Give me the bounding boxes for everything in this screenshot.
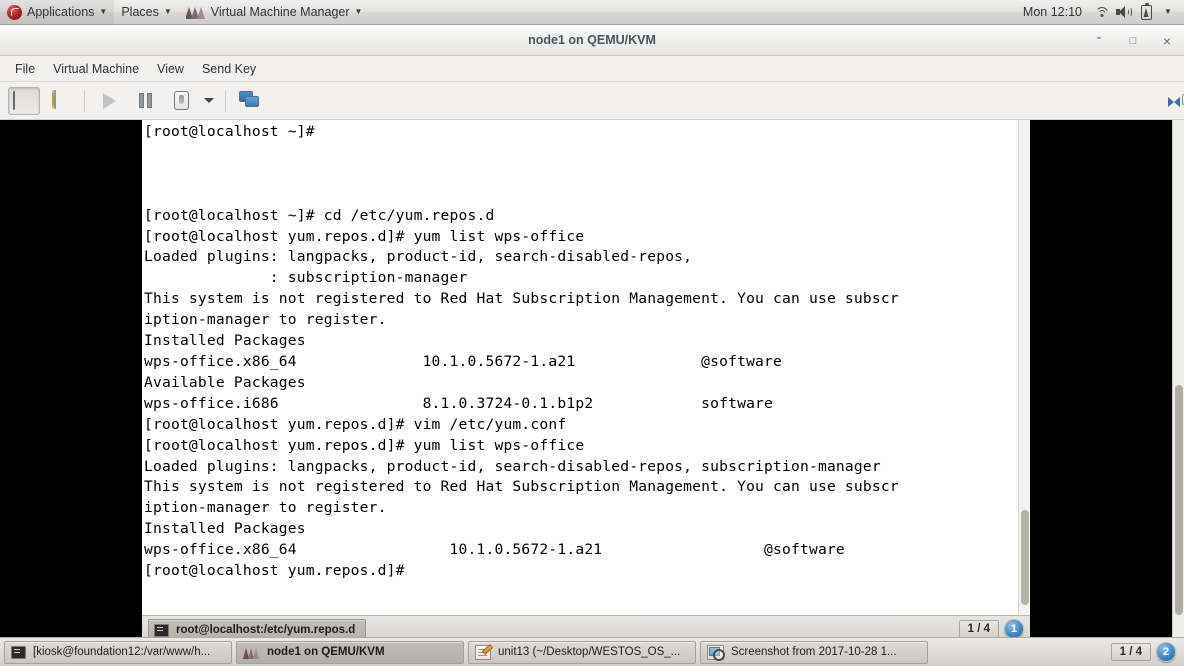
menu-virtual-machine[interactable]: Virtual Machine — [44, 59, 148, 79]
minimize-button[interactable]: - — [1090, 30, 1108, 51]
guest-desktop: [root@localhost ~]# [root@localhost ~]# … — [0, 120, 1172, 637]
vm-console-viewport[interactable]: [root@localhost ~]# [root@localhost ~]# … — [0, 120, 1184, 637]
maximize-button[interactable]: □ — [1124, 31, 1142, 51]
viewport-scrollbar-thumb[interactable] — [1175, 385, 1183, 615]
wifi-icon[interactable] — [1092, 0, 1112, 25]
guest-workspace-badge[interactable]: 1 — [1004, 619, 1024, 637]
workspace-count[interactable]: 1 / 4 — [1110, 643, 1151, 661]
pause-button[interactable] — [129, 87, 161, 115]
show-console-button[interactable] — [8, 86, 40, 115]
chevron-down-icon: ▼ — [99, 7, 108, 16]
chevron-down-icon — [204, 98, 214, 103]
guest-taskbar: root@localhost:/etc/yum.repos.d 1 / 4 1 — [142, 615, 1030, 637]
show-details-button[interactable] — [44, 87, 76, 115]
volume-icon[interactable] — [1114, 0, 1134, 25]
screen-root: Applications ▼ Places ▼ Virtual Machine … — [0, 0, 1184, 666]
taskbar-item-label: Screenshot from 2017-10-28 1... — [731, 646, 897, 658]
chevron-down-icon: ▼ — [354, 7, 363, 16]
taskbar-item-screenshot[interactable]: Screenshot from 2017-10-28 1... — [700, 640, 928, 664]
run-button[interactable] — [93, 87, 125, 115]
fedora-logo-icon — [7, 4, 22, 20]
lightbulb-icon — [52, 89, 68, 111]
chevron-down-icon: ▼ — [163, 7, 172, 16]
gnome-top-panel: Applications ▼ Places ▼ Virtual Machine … — [0, 0, 1184, 25]
pause-icon — [138, 93, 152, 108]
guest-task-list: root@localhost:/etc/yum.repos.d — [148, 619, 367, 637]
taskbar-item-label: unit13 (~/Desktop/WESTOS_OS_... — [498, 646, 681, 658]
toolbar-separator — [84, 89, 85, 112]
places-menu-label: Places — [121, 5, 159, 19]
window-title: node1 on QEMU/KVM — [528, 33, 656, 47]
app-menu-label: Virtual Machine Manager — [210, 5, 350, 19]
menu-file[interactable]: File — [6, 59, 44, 79]
guest-task-button[interactable]: root@localhost:/etc/yum.repos.d — [148, 619, 367, 637]
taskbar-item-virt-manager[interactable]: node1 on QEMU/KVM — [236, 640, 464, 664]
terminal-screen[interactable]: [root@localhost ~]# [root@localhost ~]# … — [142, 120, 1030, 615]
screenshot-icon — [707, 644, 725, 661]
multi-monitor-icon — [239, 91, 261, 110]
taskbar-item-label: [kiosk@foundation12:/var/www/h... — [33, 646, 211, 658]
terminal-scrollbar-thumb[interactable] — [1021, 510, 1029, 605]
workspace-switcher[interactable]: 1 / 4 2 — [1110, 642, 1180, 662]
terminal-scrollbar[interactable] — [1018, 120, 1030, 615]
terminal-icon — [154, 623, 169, 637]
app-menu-virtual-machine-manager[interactable]: Virtual Machine Manager ▼ — [179, 0, 370, 25]
shutdown-menu-button[interactable] — [199, 87, 219, 115]
gnome-bottom-panel: [kiosk@foundation12:/var/www/h... node1 … — [0, 637, 1184, 666]
panel-status-area: Mon 12:10 ▼ — [1015, 0, 1184, 25]
play-icon — [102, 92, 116, 109]
snapshots-button[interactable] — [234, 87, 266, 115]
applications-menu[interactable]: Applications ▼ — [0, 0, 115, 25]
places-menu[interactable]: Places ▼ — [114, 0, 178, 25]
window-controls: - □ × — [1090, 25, 1176, 56]
menu-send-key[interactable]: Send Key — [193, 59, 265, 79]
terminal-output: [root@localhost ~]# [root@localhost ~]# … — [144, 123, 899, 580]
system-menu-chevron-down-icon[interactable]: ▼ — [1158, 0, 1178, 25]
viewport-scrollbar[interactable] — [1172, 120, 1184, 637]
taskbar-item-label: node1 on QEMU/KVM — [267, 646, 385, 658]
menu-view[interactable]: View — [148, 59, 193, 79]
window-titlebar[interactable]: node1 on QEMU/KVM - □ × — [0, 25, 1184, 56]
menubar: File Virtual Machine View Send Key — [0, 56, 1184, 82]
workspace-badge[interactable]: 2 — [1156, 642, 1176, 662]
guest-task-label: root@localhost:/etc/yum.repos.d — [176, 624, 356, 636]
taskbar-item-text-editor[interactable]: unit13 (~/Desktop/WESTOS_OS_... — [468, 640, 696, 664]
virt-manager-window: node1 on QEMU/KVM - □ × File Virtual Mac… — [0, 25, 1184, 637]
monitor-icon — [13, 90, 35, 110]
clock[interactable]: Mon 12:10 — [1015, 5, 1090, 19]
taskbar-item-terminal[interactable]: [kiosk@foundation12:/var/www/h... — [4, 640, 232, 664]
toolbar — [0, 82, 1184, 120]
power-switch-icon — [173, 91, 189, 110]
guest-workspace-switcher[interactable]: 1 / 4 1 — [958, 619, 1024, 637]
guest-terminal-window[interactable]: [root@localhost ~]# [root@localhost ~]# … — [142, 120, 1030, 637]
guest-workspace-count[interactable]: 1 / 4 — [958, 620, 999, 637]
text-editor-icon — [475, 644, 491, 660]
virtual-machine-manager-icon — [243, 646, 260, 659]
close-button[interactable]: × — [1158, 31, 1176, 51]
shutdown-button[interactable] — [165, 87, 197, 115]
toolbar-separator — [225, 89, 226, 112]
virtual-machine-manager-icon — [185, 5, 206, 20]
terminal-icon — [11, 645, 26, 659]
battery-charging-icon[interactable] — [1136, 0, 1156, 25]
applications-menu-label: Applications — [27, 5, 95, 19]
